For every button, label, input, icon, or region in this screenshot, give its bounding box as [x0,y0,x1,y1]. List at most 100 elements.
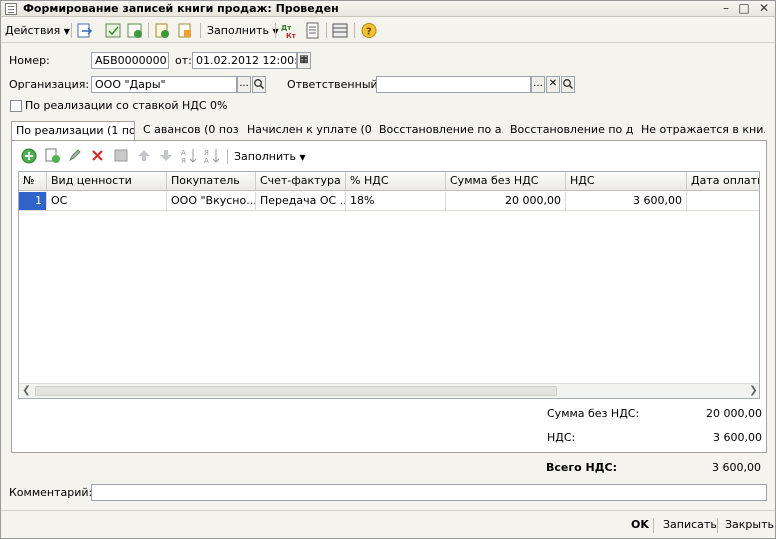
print-form-icon[interactable] [304,22,322,39]
number-label: Номер: [9,54,50,67]
table-fill-menu-button[interactable]: Заполнить ▼ [234,147,306,166]
table-cell[interactable]: 18% [346,192,446,211]
table-cell[interactable]: ООО "Вкусно... [167,192,256,211]
responsible-label: Ответственный: [287,78,382,91]
clear-icon[interactable]: ✕ [546,76,560,93]
table-cell[interactable]: 3 600,00 [566,192,687,211]
dropdown-arrow-icon: ▼ [63,27,70,36]
structure-icon[interactable] [331,22,349,39]
dt-kt-icon[interactable]: Дт Кт [280,22,298,40]
sort-desc-icon[interactable]: ЯA [203,147,221,165]
tab-accrued[interactable]: Начислен к уплате (0 ... [243,121,371,140]
svg-text:Кт: Кт [286,32,297,39]
tab-restoration-a[interactable]: Восстановление по а... [375,121,503,140]
scroll-left-icon[interactable]: ❮ [19,384,34,398]
ok-button[interactable]: OK [631,516,649,534]
date-label: от: [175,54,192,67]
unpost-icon[interactable] [126,22,144,39]
column-header[interactable]: Вид ценности [47,172,167,191]
svg-text:?: ? [366,27,372,38]
close-button[interactable]: Закрыть [725,516,774,534]
scrollbar-thumb[interactable] [35,386,557,396]
minimize-button[interactable]: – [717,1,735,16]
search-icon[interactable] [252,76,266,93]
vat-label: НДС: [547,431,576,444]
table-header: № Вид ценности Покупатель Счет-фактура %… [19,172,759,191]
calendar-icon[interactable]: ▦ [297,52,311,69]
total-vat-label: Всего НДС: [546,461,617,474]
select-ellipsis-icon[interactable]: ... [237,76,251,93]
sum-without-vat-value: 20 000,00 [706,407,762,420]
tab-sales[interactable]: По реализации (1 поз.) [11,121,135,141]
tab-restoration-d[interactable]: Восстановление по д... [506,121,634,140]
organization-field[interactable]: ООО "Дары" [91,76,237,93]
table-row[interactable]: 1 ОС ООО "Вкусно... Передача ОС ... 18% … [19,192,759,211]
tab-not-reflected[interactable]: Не отражается в кни... [637,121,765,140]
svg-text:Дт: Дт [281,24,292,32]
sales-table[interactable]: № Вид ценности Покупатель Счет-фактура %… [18,171,760,399]
dropdown-arrow-icon: ▼ [299,153,306,162]
svg-text:A: A [181,149,186,157]
actions-menu-button[interactable]: Действия ▼ [5,21,70,40]
organization-label: Организация: [9,78,90,91]
column-header[interactable]: % НДС [346,172,446,191]
date-field[interactable]: 01.02.2012 12:00:00 [192,52,297,69]
column-header[interactable]: Покупатель [167,172,256,191]
toolbar-separator [148,23,149,38]
search-icon[interactable] [561,76,575,93]
create-based-on-icon[interactable] [153,22,171,39]
svg-text:Я: Я [204,149,209,157]
help-icon[interactable]: ? [360,22,378,39]
column-header[interactable]: Сумма без НДС [446,172,566,191]
select-ellipsis-icon[interactable]: ... [531,76,545,93]
end-edit-icon[interactable] [112,147,130,164]
close-window-button[interactable]: ✕ [755,1,773,16]
add-row-icon[interactable] [20,147,38,164]
column-header[interactable]: Счет-фактура [256,172,346,191]
comment-field[interactable] [91,484,767,501]
fill-menu-button[interactable]: Заполнить ▼ [207,21,279,40]
table-cell[interactable]: 20 000,00 [446,192,566,211]
total-vat-value: 3 600,00 [712,461,761,474]
edit-row-icon[interactable] [66,147,84,164]
number-field[interactable]: АБВ00000001 [91,52,169,69]
main-toolbar: Действия ▼ Заполнить ▼ ДтКт [1,18,775,43]
tab-advances[interactable]: С авансов (0 поз.) [139,121,239,140]
actions-label: Действия [5,24,61,37]
column-header[interactable]: № [19,172,47,191]
tab-panel: AЯ ЯA Заполнить ▼ № Вид ценности Покупат… [11,140,767,453]
vat0-checkbox[interactable] [10,100,22,112]
svg-text:Я: Я [181,157,186,164]
footer-separator [717,518,718,533]
save-button[interactable]: Записать [663,516,717,534]
move-down-icon[interactable] [157,147,175,164]
document-icon [5,3,17,15]
vat-value: 3 600,00 [713,431,762,444]
post-icon[interactable] [104,22,122,39]
table-cell[interactable]: ОС [47,192,167,211]
delete-row-icon[interactable] [89,147,107,164]
window-title: Формирование записей книги продаж: Прове… [23,2,339,15]
document-window: Формирование записей книги продаж: Прове… [0,0,776,539]
table-cell[interactable] [687,192,759,211]
toolbar-separator [227,149,228,164]
table-cell[interactable]: Передача ОС ... [256,192,346,211]
fill-label: Заполнить [207,24,269,37]
post-and-close-icon[interactable] [76,22,94,39]
toolbar-separator [326,23,327,38]
vat0-label: По реализации со ставкой НДС 0% [25,99,228,112]
sum-without-vat-label: Сумма без НДС: [547,407,640,420]
toolbar-separator [71,23,72,38]
responsible-field[interactable] [376,76,531,93]
horizontal-scrollbar[interactable]: ❮ ❯ [19,383,759,398]
footer-bar: OK Записать Закрыть [1,510,775,538]
hierarchy-icon[interactable] [176,22,194,39]
maximize-button[interactable]: □ [735,1,753,16]
move-up-icon[interactable] [135,147,153,164]
sort-asc-icon[interactable]: AЯ [180,147,198,165]
copy-row-icon[interactable] [43,147,61,164]
column-header[interactable]: НДС [566,172,687,191]
row-number-cell[interactable]: 1 [19,192,47,211]
column-header[interactable]: Дата оплаты [687,172,759,191]
scroll-right-icon[interactable]: ❯ [746,384,759,398]
